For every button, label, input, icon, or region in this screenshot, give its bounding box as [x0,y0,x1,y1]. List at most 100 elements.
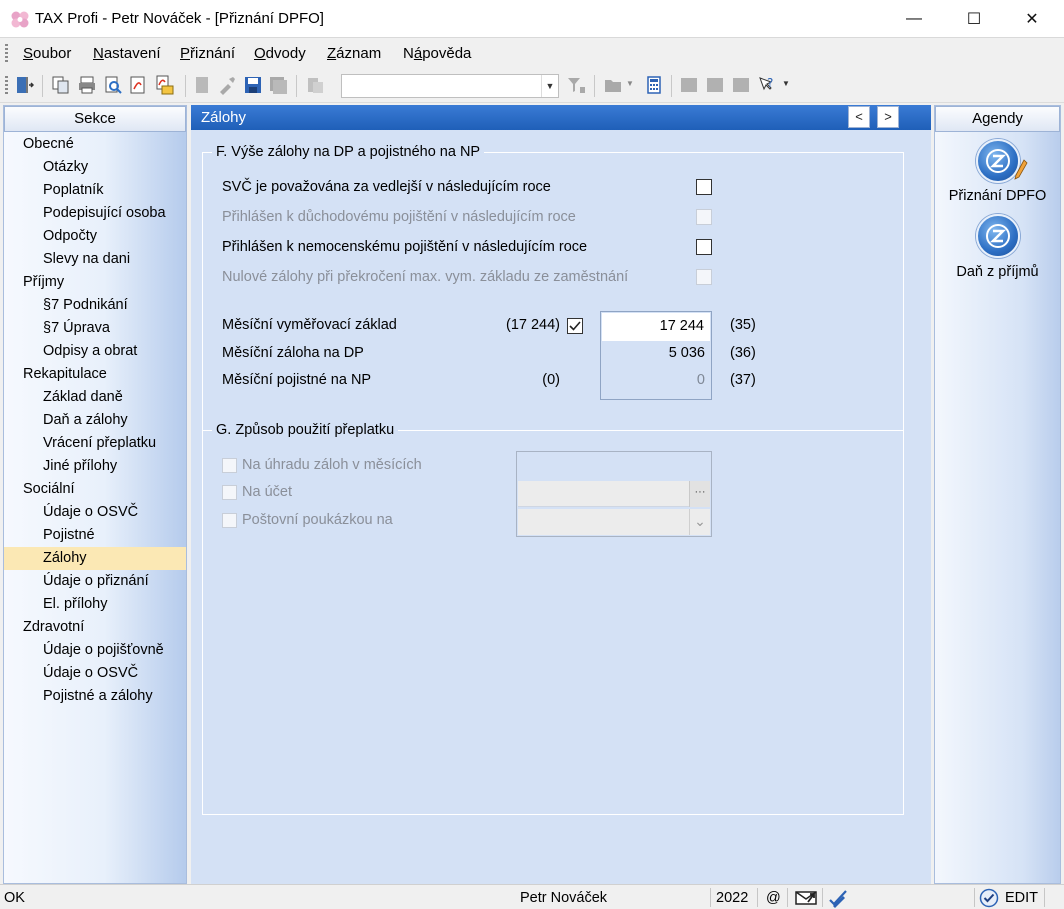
nav-item[interactable]: Odpisy a obrat [4,340,186,363]
advances-option-checkbox[interactable] [222,458,237,473]
nav-item[interactable]: Pojistné a zálohy [4,685,186,708]
export-icon[interactable] [731,75,751,95]
pension-insurance-checkbox[interactable] [696,209,712,225]
check-mark-icon [569,321,581,331]
save-all-icon[interactable] [268,75,288,95]
nav-group[interactable]: Příjmy [4,271,186,294]
zero-advances-checkbox[interactable] [696,269,712,285]
sickness-insurance-checkbox[interactable] [696,239,712,255]
agenda-priznani-dpfo-label: Přiznání DPFO [948,188,1047,204]
minimize-button[interactable]: — [890,0,938,38]
page-title: Zálohy [201,109,247,126]
nav-item[interactable]: El. přílohy [4,593,186,616]
agenda-dan-z-prijmu[interactable]: Daň z příjmů [935,214,1060,280]
agendas-panel: Agendy Přiznání DPFO Daň z příjmů [934,105,1061,884]
close-button[interactable]: ✕ [1008,0,1056,38]
postal-option-label: Poštovní poukázkou na [242,512,393,528]
envelope-arrow-icon[interactable] [795,890,817,906]
menu-odvody[interactable]: Odvody [254,45,306,62]
menu-bar: Soubor Nastavení Přiznání Odvody Záznam … [0,38,1064,69]
nav-item[interactable]: Vrácení přeplatku [4,432,186,455]
svc-secondary-label: SVČ je považována za vedlejší v následuj… [222,179,551,195]
nav-item[interactable]: Podepisující osoba [4,202,186,225]
account-option-checkbox[interactable] [222,485,237,500]
nav-group[interactable]: Obecné [4,133,186,156]
status-separator [974,888,975,907]
sickness-premium-value: 0 [696,372,705,388]
chevron-down-icon[interactable]: ⌄ [689,509,710,535]
pdf-email-icon[interactable] [154,75,174,95]
tax-advance-ref: (36) [730,345,756,361]
folder-icon[interactable] [603,75,623,95]
new-document-icon[interactable] [192,75,212,95]
account-browse-button[interactable]: ··· [689,481,710,507]
toolbar-combo[interactable]: ▼ [341,74,559,98]
toolbar: ▼ ▼ ? ▼ [0,69,1064,103]
nav-item[interactable]: Základ daně [4,386,186,409]
menu-nastaveni[interactable]: Nastavení [93,45,161,62]
print-icon[interactable] [77,75,97,95]
nav-item[interactable]: Zálohy [4,547,186,570]
help-question-icon[interactable]: ? [757,75,777,95]
next-page-button[interactable]: > [877,106,899,128]
menu-grip[interactable] [5,44,8,63]
account-input[interactable]: ··· [518,481,710,507]
nav-item[interactable]: Slevy na dani [4,248,186,271]
sickness-premium-computed: (0) [542,372,560,388]
info-icon[interactable] [705,75,725,95]
toolbar-grip[interactable] [5,76,8,96]
main-content: Zálohy < > F. Výše zálohy na DP a pojist… [191,105,931,884]
prev-page-button[interactable]: < [848,106,870,128]
nav-item[interactable]: §7 Úprava [4,317,186,340]
section-f-title: F. Výše zálohy na DP a pojistného na NP [212,144,485,160]
nav-item[interactable]: Údaje o přiznání [4,570,186,593]
nav-group[interactable]: Zdravotní [4,616,186,639]
nav-item[interactable]: Odpočty [4,225,186,248]
nav-item[interactable]: Údaje o pojišťovně [4,639,186,662]
signature-pen-icon[interactable] [828,888,848,908]
clipboard-icon[interactable] [305,75,325,95]
menu-priznani[interactable]: Přiznání [180,45,235,62]
edit-brush-icon[interactable] [217,75,237,95]
advances-option-label: Na úhradu záloh v měsících [242,457,422,473]
chevron-down-icon[interactable]: ▼ [541,75,558,97]
nav-item[interactable]: Údaje o OSVČ [4,662,186,685]
postal-dropdown[interactable]: ⌄ [518,509,710,535]
status-email[interactable]: @ [766,890,781,906]
income-tax-icon [975,214,1020,258]
nav-item[interactable]: Pojistné [4,524,186,547]
nav-item[interactable]: Údaje o OSVČ [4,501,186,524]
assessment-base-input[interactable]: 17 244 [602,313,710,341]
status-year: 2022 [716,890,749,906]
nav-item[interactable]: Poplatník [4,179,186,202]
toolbar-separator [296,75,297,97]
advances-months-input[interactable] [518,453,710,479]
menu-napoveda[interactable]: Nápověda [403,45,471,62]
assessment-base-label: Měsíční vyměřovací základ [222,317,397,333]
pdf-icon[interactable] [128,75,148,95]
nav-item[interactable]: Daň a zálohy [4,409,186,432]
nav-item[interactable]: Jiné přílohy [4,455,186,478]
nav-group[interactable]: Sociální [4,478,186,501]
menu-zaznam[interactable]: Záznam [327,45,381,62]
filter-icon[interactable] [566,75,586,95]
svc-secondary-checkbox[interactable] [696,179,712,195]
import-icon[interactable] [679,75,699,95]
menu-soubor[interactable]: Soubor [23,45,71,62]
print-preview-icon[interactable] [103,75,123,95]
nav-item[interactable]: Otázky [4,156,186,179]
status-separator [822,888,823,907]
nav-group[interactable]: Rekapitulace [4,363,186,386]
maximize-button[interactable]: ☐ [950,0,998,38]
sections-panel: Sekce Obecné Otázky Poplatník Podepisující … [3,105,187,884]
save-icon[interactable] [243,75,263,95]
folder-dropdown-arrow-icon[interactable]: ▼ [626,79,634,88]
exit-door-icon[interactable] [14,75,34,95]
copy-icon[interactable] [51,75,71,95]
nav-item[interactable]: §7 Podnikání [4,294,186,317]
help-dropdown-arrow-icon[interactable]: ▼ [782,79,790,88]
assessment-base-override-checkbox[interactable] [567,318,583,334]
calculator-icon[interactable] [644,75,664,95]
postal-option-checkbox[interactable] [222,513,237,528]
agenda-priznani-dpfo[interactable]: Přiznání DPFO [935,139,1060,204]
